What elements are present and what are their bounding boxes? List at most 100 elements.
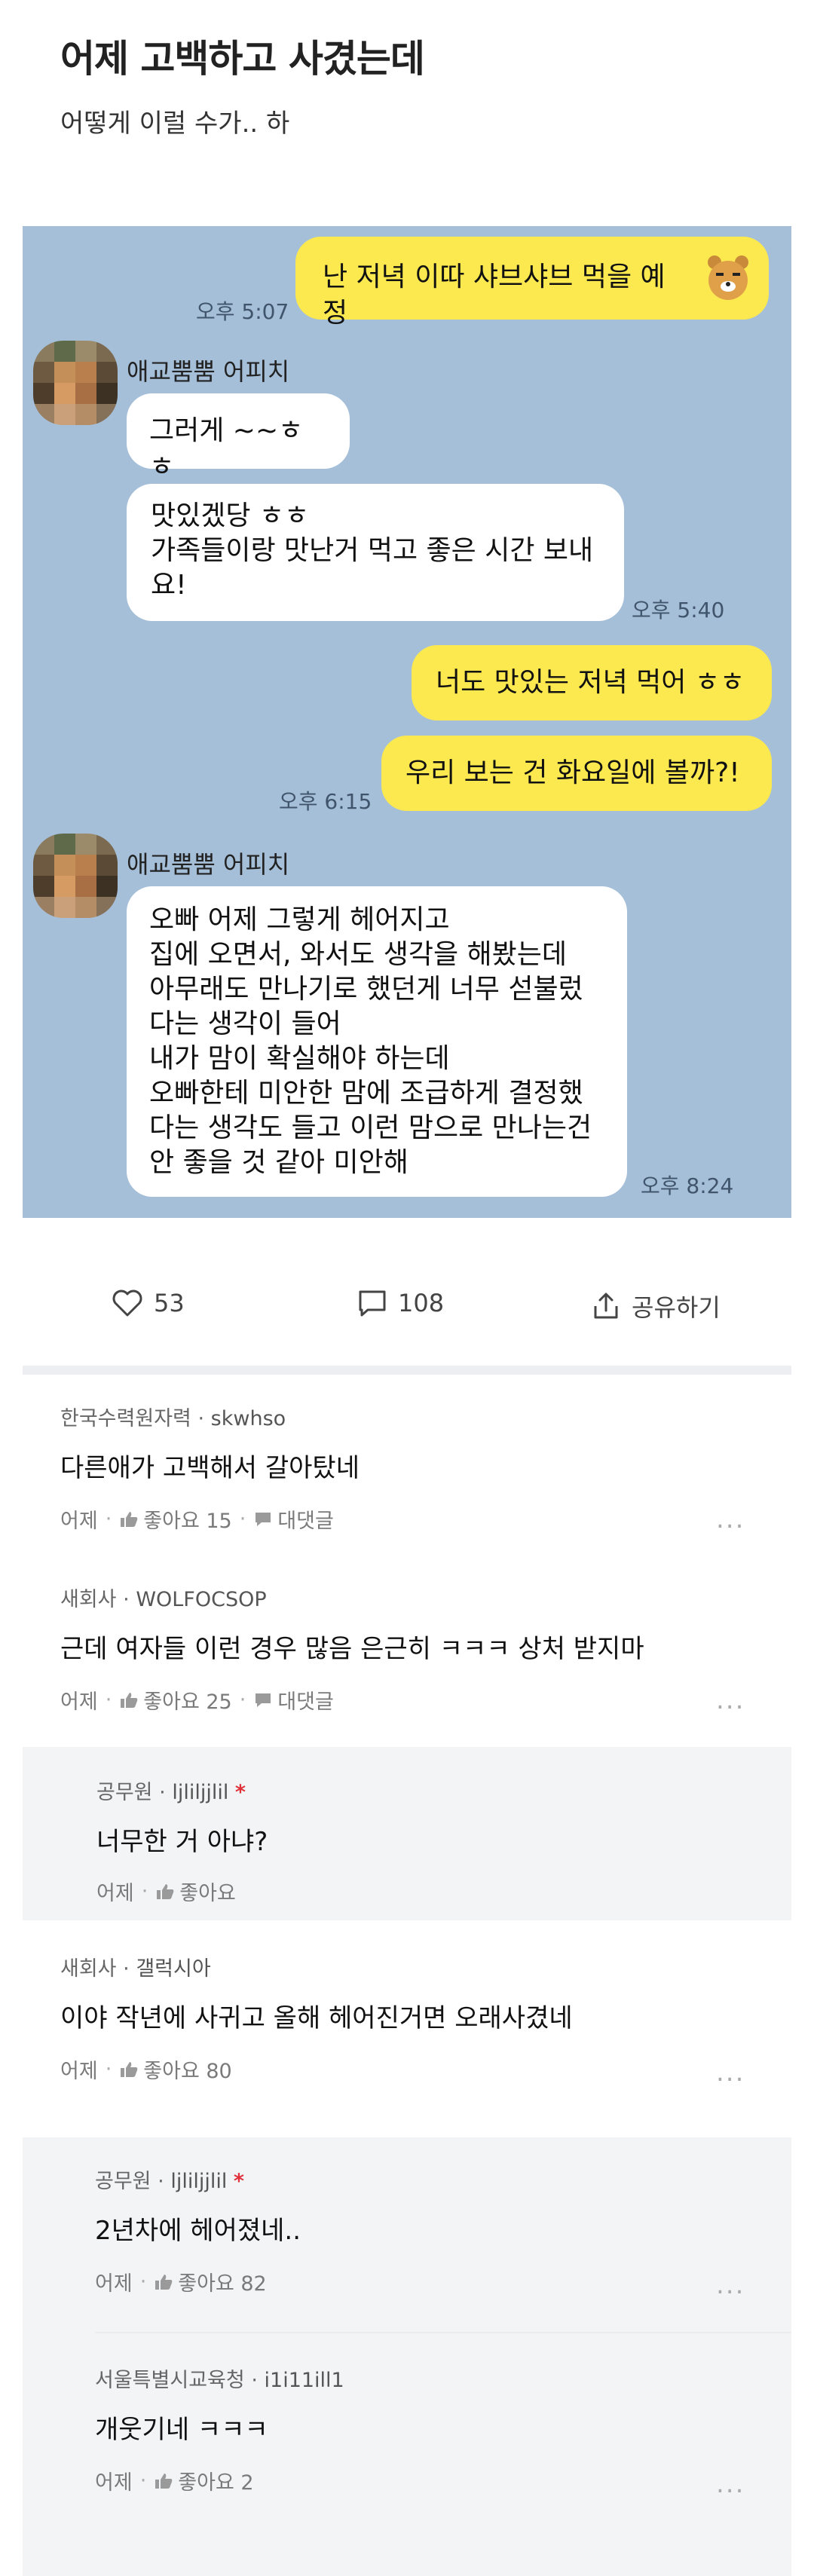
comment-date: 어제 bbox=[60, 2060, 98, 2083]
comment-author[interactable]: 새회사 · WOLFOCSOP bbox=[60, 1583, 267, 1612]
message-time: 오후 5:07 bbox=[196, 299, 289, 324]
comment-footer: 어제 · 좋아요 80 bbox=[60, 2054, 232, 2084]
like-comment-button[interactable]: 좋아요 80 bbox=[143, 2054, 231, 2084]
chat-bubble-other: 그러게 ~~ㅎㅎ bbox=[127, 393, 350, 482]
separator: · bbox=[105, 1688, 112, 1712]
author-nickname: WOLFOCSOP bbox=[136, 1588, 267, 1611]
more-options-button[interactable]: ... bbox=[716, 2469, 745, 2499]
comment-text: 다른애가 고백해서 갈아탔네 bbox=[60, 1453, 360, 1483]
reply-icon bbox=[256, 1693, 271, 1707]
reply-button[interactable]: 대댓글 bbox=[277, 1504, 334, 1534]
post-title: 어제 고백하고 사겼는데 bbox=[60, 37, 425, 81]
like-button[interactable]: 53 bbox=[112, 1289, 185, 1317]
like-comment-button[interactable]: 좋아요 15 bbox=[143, 1504, 231, 1534]
chat-bubble-other: 맛있겠당 ㅎㅎ 가족들이랑 맛난거 먹고 좋은 시간 보내 요! bbox=[127, 484, 624, 621]
thumbs-up-icon bbox=[121, 1511, 138, 1527]
comment-text: 2년차에 헤어졌네.. bbox=[95, 2216, 301, 2246]
message-text: 그러게 ~~ㅎㅎ bbox=[149, 415, 304, 482]
comment-button[interactable]: 108 bbox=[357, 1289, 444, 1317]
reply-divider bbox=[95, 2332, 791, 2333]
reply-thread: 공무원 · ljliljjlil * 2년차에 헤어졌네.. 어제 · 좋아요 8… bbox=[23, 2137, 791, 2576]
comment-date: 어제 bbox=[60, 1510, 98, 1533]
more-options-button[interactable]: ... bbox=[716, 2057, 745, 2088]
reply-comment: 공무원 · ljliljjlil * 너무한 거 아냐? 어제 · 좋아요 bbox=[23, 1747, 791, 1920]
comment: 한국수력원자력 · skwhso 다른애가 고백해서 갈아탔네 어제 · 좋아요 … bbox=[23, 1375, 791, 1556]
like-comment-button[interactable]: 좋아요 2 bbox=[178, 2466, 253, 2495]
separator: · bbox=[105, 1507, 112, 1531]
comment-date: 어제 bbox=[95, 2471, 133, 2495]
author-company: 새회사 bbox=[60, 1588, 117, 1611]
comment-footer: 어제 · 좋아요 bbox=[96, 1877, 236, 1906]
comment-date: 어제 bbox=[96, 1882, 134, 1905]
message-line: 오빠한테 미안한 맘에 조급하게 결정했 bbox=[149, 1078, 583, 1109]
separator: · bbox=[105, 2057, 112, 2081]
like-comment-button[interactable]: 좋아요 bbox=[179, 1877, 236, 1906]
chat-screenshot: 오후 5:07 난 저녁 이따 샤브샤브 먹을 예정 애교뿜뿜 어피치 그러게 … bbox=[23, 226, 791, 1218]
thumbs-up-icon bbox=[157, 1883, 174, 1899]
separator: · bbox=[139, 2270, 147, 2293]
like-comment-button[interactable]: 좋아요 25 bbox=[143, 1685, 231, 1715]
message-line: 맛있겠당 ㅎㅎ bbox=[151, 500, 310, 531]
comment-text: 이야 작년에 사귀고 올해 헤어진거면 오래사겼네 bbox=[60, 2003, 573, 2033]
separator: · bbox=[123, 1957, 130, 1981]
message-time: 오후 8:24 bbox=[641, 1173, 734, 1198]
more-options-button[interactable]: ... bbox=[716, 1504, 745, 1534]
comment-date: 어제 bbox=[60, 1690, 98, 1714]
reply-button[interactable]: 대댓글 bbox=[277, 1685, 334, 1715]
chat-bubble-mine: 우리 보는 건 화요일에 볼까?! bbox=[381, 736, 772, 811]
message-time: 오후 6:15 bbox=[279, 789, 372, 814]
author-nickname: 갤럭시아 bbox=[136, 1957, 211, 1981]
message-line: 요! bbox=[151, 570, 187, 601]
like-comment-button[interactable]: 좋아요 82 bbox=[178, 2267, 266, 2296]
post-subtitle: 어떻게 이럴 수가.. 하 bbox=[60, 109, 290, 139]
comment-footer: 어제 · 좋아요 15 · 대댓글 bbox=[60, 1504, 334, 1534]
comment-author[interactable]: 한국수력원자력 · skwhso bbox=[60, 1402, 286, 1431]
comment-text: 개웃기네 ㅋㅋㅋ bbox=[95, 2415, 268, 2445]
chat-bubble-mine: 너도 맛있는 저녁 먹어 ㅎㅎ bbox=[412, 645, 772, 720]
separator: · bbox=[239, 1507, 246, 1531]
ryan-emoticon-icon bbox=[708, 255, 748, 300]
author-nickname: skwhso bbox=[210, 1407, 286, 1430]
message-time: 오후 5:40 bbox=[632, 598, 725, 623]
comment-count: 108 bbox=[398, 1289, 445, 1317]
comment-text: 너무한 거 아냐? bbox=[96, 1827, 268, 1857]
author-company: 서울특별시교육청 bbox=[95, 2369, 245, 2392]
comment-footer: 어제 · 좋아요 82 bbox=[95, 2267, 267, 2296]
section-divider bbox=[23, 1366, 791, 1375]
more-options-button[interactable]: ... bbox=[716, 2270, 745, 2300]
comment-footer: 어제 · 좋아요 25 · 대댓글 bbox=[60, 1685, 334, 1715]
comment-author[interactable]: 서울특별시교육청 · i1i11ill1 bbox=[95, 2363, 344, 2393]
comment: 새회사 · WOLFOCSOP 근데 여자들 이런 경우 많음 은근히 ㅋㅋㅋ … bbox=[23, 1556, 791, 1739]
separator: · bbox=[159, 1781, 166, 1804]
separator: · bbox=[139, 2469, 147, 2492]
message-line: 내가 맘이 확실해야 하는데 bbox=[149, 1043, 450, 1074]
chat-bubble-other: 오빠 어제 그렇게 헤어지고 집에 오면서, 와서도 생각을 해봤는데 아무래도… bbox=[127, 886, 627, 1197]
share-icon bbox=[594, 1293, 618, 1319]
more-options-button[interactable]: ... bbox=[716, 1685, 745, 1715]
author-nickname: ljliljjlil bbox=[170, 2170, 228, 2193]
message-line: 가족들이랑 맛난거 먹고 좋은 시간 보내 bbox=[151, 535, 594, 566]
avatar[interactable] bbox=[33, 834, 118, 918]
author-nickname: i1i11ill1 bbox=[264, 2369, 344, 2392]
message-text: 너도 맛있는 저녁 먹어 ㅎㅎ bbox=[436, 667, 745, 698]
comment: 새회사 · 갤럭시아 이야 작년에 사귀고 올해 헤어진거면 오래사겼네 어제 ·… bbox=[23, 1931, 791, 2112]
message-line: 다는 생각이 들어 bbox=[149, 1008, 341, 1039]
share-label: 공유하기 bbox=[632, 1293, 721, 1322]
message-line: 아무래도 만나기로 했던게 너무 섣불렀 bbox=[149, 974, 583, 1005]
author-company: 한국수력원자력 bbox=[60, 1407, 191, 1430]
share-button[interactable]: 공유하기 bbox=[591, 1289, 721, 1323]
comment-author[interactable]: 공무원 · ljliljjlil * bbox=[95, 2165, 244, 2194]
avatar[interactable] bbox=[33, 341, 118, 425]
separator: · bbox=[251, 2369, 258, 2392]
comment-author[interactable]: 공무원 · ljliljjlil * bbox=[96, 1776, 246, 1805]
like-count: 53 bbox=[154, 1289, 185, 1317]
post-action-bar: 53 108 공유하기 bbox=[0, 1251, 814, 1357]
comment-author[interactable]: 새회사 · 갤럭시아 bbox=[60, 1952, 211, 1981]
comment-date: 어제 bbox=[95, 2272, 133, 2296]
separator: · bbox=[123, 1588, 130, 1611]
sender-name: 애교뿜뿜 어피치 bbox=[127, 850, 290, 879]
comment-icon bbox=[359, 1290, 386, 1317]
message-text: 난 저녁 이따 샤브샤브 먹을 예정 bbox=[323, 262, 666, 329]
author-nickname: ljliljjlil bbox=[172, 1781, 229, 1804]
comment-footer: 어제 · 좋아요 2 bbox=[95, 2466, 254, 2495]
